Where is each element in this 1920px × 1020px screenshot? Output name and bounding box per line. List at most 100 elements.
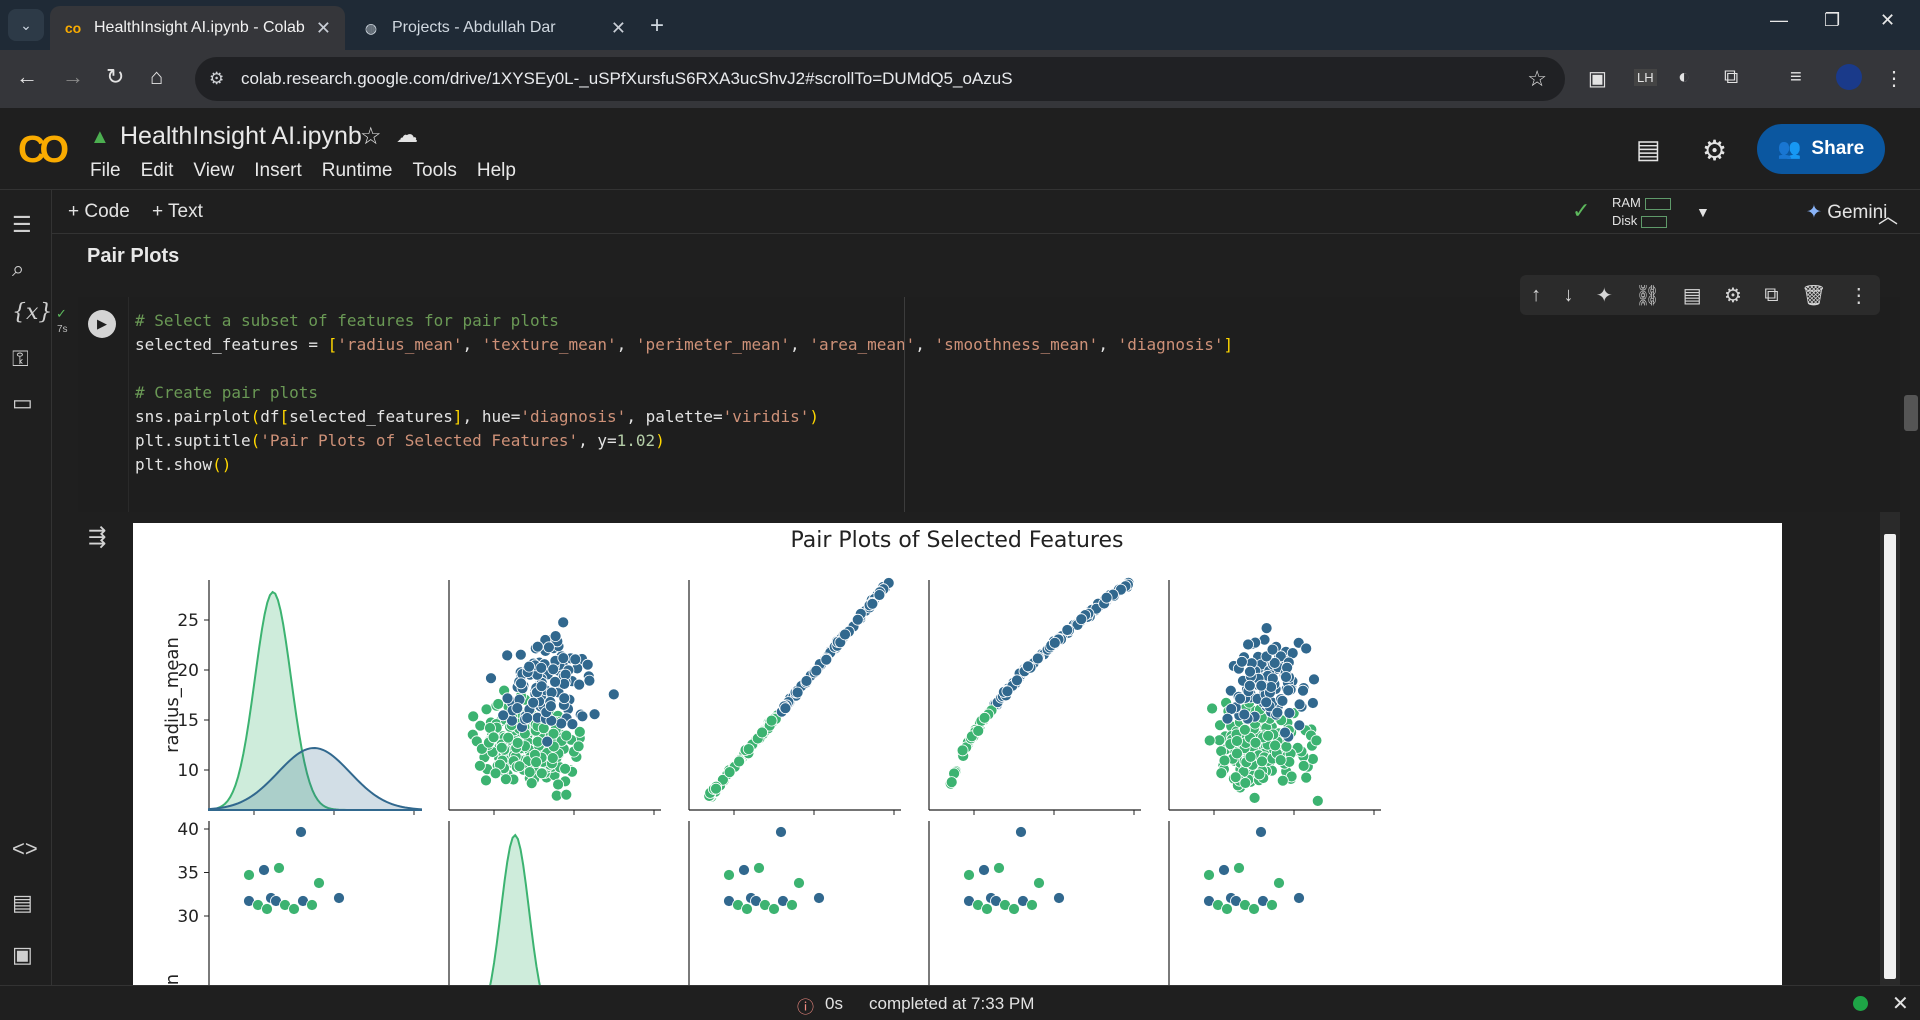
minimize-icon[interactable]: — [1770, 10, 1788, 31]
files-folder-icon[interactable]: ▭ [12, 390, 33, 416]
settings-gear-icon[interactable]: ⚙ [1702, 134, 1727, 167]
add-text-button[interactable]: + Text [152, 201, 203, 223]
point-row1-cluster-2 [786, 899, 798, 911]
close-window-icon[interactable]: ✕ [1880, 10, 1895, 31]
sparkle-icon[interactable]: ✦ [1596, 283, 1613, 308]
code-editor[interactable]: # Select a subset of features for pair p… [128, 297, 1900, 512]
point-area [1048, 637, 1061, 649]
move-up-icon[interactable]: ↑ [1531, 284, 1541, 307]
point-malignant-smoothness [1280, 671, 1292, 683]
add-code-button[interactable]: + Code [68, 201, 130, 223]
point-benign-smoothness [1231, 735, 1243, 747]
url-input[interactable]: ⚙ colab.research.google.com/drive/1XYSEy… [195, 57, 1565, 101]
kebab-menu-icon[interactable]: ⋮ [1884, 66, 1904, 91]
more-options-icon[interactable]: ⋮ [1849, 283, 1869, 308]
mirror-cell-icon[interactable]: ⧉ [1764, 284, 1778, 307]
restore-icon[interactable]: ❐ [1824, 10, 1840, 31]
profile-avatar[interactable] [1836, 64, 1862, 90]
search-icon[interactable]: ⌕ [12, 256, 24, 282]
point-row1-cluster-0 [288, 903, 300, 915]
cloud-icon[interactable]: ☁ [396, 122, 418, 148]
close-status-icon[interactable]: ✕ [1892, 991, 1909, 1016]
point-row1-2 [813, 892, 825, 904]
tab-projects[interactable]: ◍ Projects - Abdullah Dar ✕ [348, 6, 640, 50]
point-row1-2 [753, 862, 765, 874]
star-icon[interactable]: ☆ [360, 122, 382, 151]
point-row1-2 [793, 877, 805, 889]
run-cell-button[interactable]: ▶ [88, 310, 116, 338]
delete-icon[interactable]: 🗑 [1801, 283, 1826, 308]
tab-colab[interactable]: co HealthInsight AI.ipynb - Colab ✕ [50, 6, 345, 50]
close-icon[interactable]: ✕ [316, 18, 331, 39]
point-perimeter [765, 714, 778, 727]
point-area [945, 776, 958, 789]
terminal-icon[interactable]: ▣ [12, 942, 33, 968]
forward-icon[interactable]: → [62, 64, 84, 90]
point-benign-texture [530, 756, 543, 769]
play-icon: ▶ [97, 316, 107, 331]
point-area [1061, 624, 1074, 636]
point-malignant-smoothness [1242, 638, 1254, 651]
disk-bar [1641, 215, 1668, 228]
code-snippets-icon[interactable]: <> [12, 836, 38, 862]
output-scrollbar[interactable] [1880, 512, 1900, 985]
menu-insert[interactable]: Insert [254, 160, 302, 182]
bookmark-star-icon[interactable]: ☆ [1527, 66, 1547, 92]
lh-extension-icon[interactable]: LH [1634, 69, 1657, 86]
site-info-icon[interactable]: ⚙ [209, 69, 224, 89]
resource-monitor[interactable]: RAM Disk [1612, 194, 1671, 230]
row-label-radius-mean: radius_mean [162, 637, 183, 753]
people-icon: 👥 [1777, 139, 1802, 160]
pairplot-output: Pair Plots of Selected Features 10 15 20 25 3… [133, 523, 1782, 985]
comment-icon[interactable]: ▤ [1683, 283, 1702, 308]
link-icon[interactable]: ⛓ [1635, 283, 1660, 308]
variables-icon[interactable]: {x} [12, 300, 52, 325]
point-benign-smoothness [1310, 734, 1323, 747]
back-icon[interactable]: ← [16, 64, 38, 90]
new-tab-button[interactable]: + [650, 12, 664, 40]
point-malignant-smoothness [1300, 642, 1313, 655]
point-perimeter [710, 782, 722, 795]
scroll-thumb[interactable] [1884, 534, 1896, 979]
tab-search-button[interactable]: ⌄ [8, 9, 44, 41]
reload-icon[interactable]: ↻ [106, 64, 124, 90]
code-line-6: plt.suptitle('Pair Plots of Selected Fea… [135, 431, 665, 450]
point-malignant-smoothness [1255, 679, 1268, 692]
media-icon[interactable]: ≡ [1790, 66, 1802, 89]
menu-tools[interactable]: Tools [413, 160, 457, 182]
move-down-icon[interactable]: ↓ [1564, 284, 1574, 307]
gemini-button[interactable]: ✦ Gemini [1806, 201, 1887, 224]
menu-help[interactable]: Help [477, 160, 516, 182]
runtime-dropdown-icon[interactable]: ▼ [1696, 204, 1710, 220]
collapse-chevron-icon[interactable]: ︿ [1878, 200, 1898, 229]
cell-settings-icon[interactable]: ⚙ [1724, 283, 1742, 308]
point-malignant-texture [558, 692, 571, 705]
page-scrollbar-thumb[interactable] [1904, 395, 1918, 431]
menu-runtime[interactable]: Runtime [322, 160, 393, 182]
cast-icon[interactable]: ▣ [1588, 66, 1607, 91]
point-malignant-texture [501, 692, 514, 705]
point-benign-smoothness [1206, 702, 1218, 715]
secrets-key-icon[interactable]: ⚿ [12, 346, 29, 372]
output-actions-icon[interactable]: ⇶ [88, 524, 106, 550]
share-button[interactable]: 👥 Share [1757, 124, 1885, 174]
puzzle-icon[interactable]: ⧉ [1724, 66, 1738, 89]
home-icon[interactable]: ⌂ [150, 64, 163, 90]
comment-icon[interactable]: ▤ [1636, 134, 1661, 165]
menu-edit[interactable]: Edit [141, 160, 174, 182]
point-row1-3 [1053, 892, 1065, 904]
command-palette-icon[interactable]: ▤ [12, 890, 33, 916]
point-malignant-texture [542, 641, 555, 654]
point-benign-texture [474, 719, 487, 732]
colab-logo[interactable]: CO [18, 129, 69, 172]
table-of-contents-icon[interactable]: ☰ [12, 212, 32, 238]
notebook-title[interactable]: HealthInsight AI.ipynb [120, 122, 362, 151]
extension-icon[interactable]: ◐ [1678, 66, 1690, 89]
point-malignant-smoothness [1282, 684, 1295, 697]
point-perimeter [800, 675, 813, 687]
drive-icon[interactable]: ▲ [90, 126, 110, 149]
close-icon[interactable]: ✕ [611, 18, 626, 39]
menu-view[interactable]: View [193, 160, 234, 182]
menu-file[interactable]: File [90, 160, 121, 182]
point-area [1001, 685, 1014, 698]
